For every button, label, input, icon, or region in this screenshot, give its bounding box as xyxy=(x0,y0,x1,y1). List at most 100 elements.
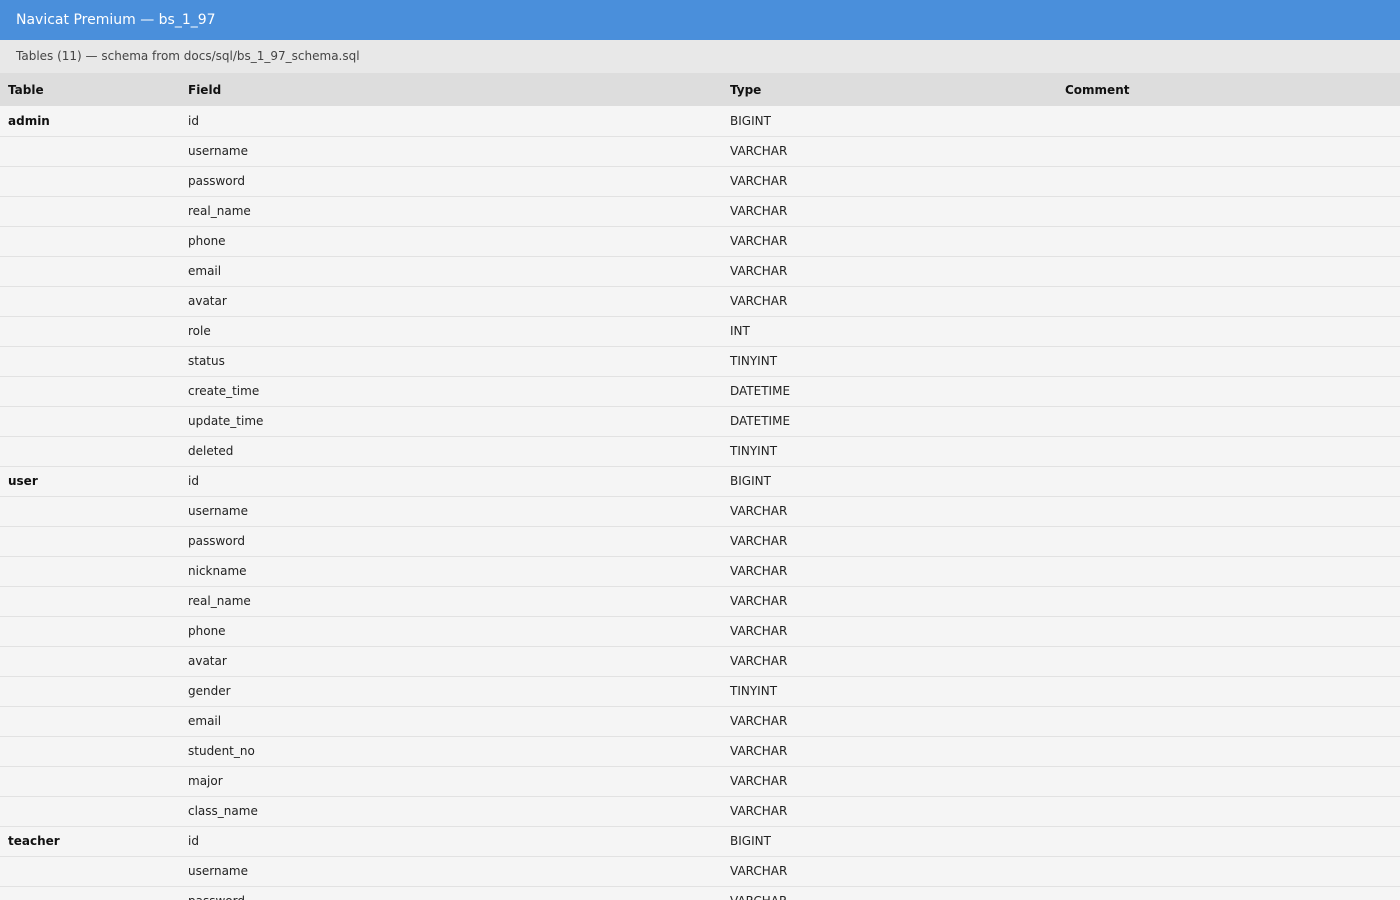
cell-comment[interactable] xyxy=(1057,106,1400,137)
cell-comment[interactable] xyxy=(1057,856,1400,887)
table-row[interactable]: deleted TINYINT xyxy=(0,436,1400,467)
cell-table-name[interactable] xyxy=(0,736,180,767)
cell-table-name[interactable] xyxy=(0,136,180,167)
cell-field-type[interactable]: TINYINT xyxy=(722,676,1057,707)
cell-field-name[interactable]: create_time xyxy=(180,376,722,407)
cell-field-name[interactable]: phone xyxy=(180,616,722,647)
table-row[interactable]: major VARCHAR xyxy=(0,766,1400,797)
cell-field-type[interactable]: VARCHAR xyxy=(722,646,1057,677)
cell-field-name[interactable]: real_name xyxy=(180,196,722,227)
table-row[interactable]: email VARCHAR xyxy=(0,706,1400,737)
cell-field-name[interactable]: deleted xyxy=(180,436,722,467)
cell-field-type[interactable]: VARCHAR xyxy=(722,166,1057,197)
cell-field-name[interactable]: id xyxy=(180,106,722,137)
cell-table-name[interactable] xyxy=(0,526,180,557)
cell-field-name[interactable]: status xyxy=(180,346,722,377)
table-row[interactable]: username VARCHAR xyxy=(0,856,1400,887)
cell-table-name[interactable] xyxy=(0,706,180,737)
cell-comment[interactable] xyxy=(1057,706,1400,737)
cell-field-name[interactable]: role xyxy=(180,316,722,347)
cell-field-name[interactable]: id xyxy=(180,826,722,857)
cell-field-type[interactable]: BIGINT xyxy=(722,106,1057,137)
cell-comment[interactable] xyxy=(1057,406,1400,437)
cell-comment[interactable] xyxy=(1057,166,1400,197)
column-header-comment[interactable]: Comment xyxy=(1057,73,1400,106)
table-row[interactable]: passwordVARCHAR xyxy=(0,526,1400,557)
cell-field-type[interactable]: VARCHAR xyxy=(722,766,1057,797)
cell-table-name[interactable] xyxy=(0,226,180,257)
cell-field-type[interactable]: VARCHAR xyxy=(722,886,1057,900)
table-row[interactable]: email VARCHAR xyxy=(0,256,1400,287)
cell-field-name[interactable]: email xyxy=(180,256,722,287)
cell-field-type[interactable]: VARCHAR xyxy=(722,856,1057,887)
cell-table-name[interactable]: teacher xyxy=(0,826,180,857)
table-row[interactable]: username VARCHAR xyxy=(0,136,1400,167)
cell-field-name[interactable]: real_name xyxy=(180,586,722,617)
cell-table-name[interactable] xyxy=(0,406,180,437)
cell-table-name[interactable] xyxy=(0,256,180,287)
cell-field-type[interactable]: TINYINT xyxy=(722,346,1057,377)
cell-comment[interactable] xyxy=(1057,556,1400,587)
cell-field-name[interactable]: username xyxy=(180,136,722,167)
cell-field-name[interactable]: major xyxy=(180,766,722,797)
cell-comment[interactable] xyxy=(1057,196,1400,227)
cell-field-name[interactable]: id xyxy=(180,466,722,497)
cell-table-name[interactable] xyxy=(0,196,180,227)
cell-comment[interactable] xyxy=(1057,646,1400,677)
table-row[interactable]: role INT xyxy=(0,316,1400,347)
cell-field-type[interactable]: VARCHAR xyxy=(722,706,1057,737)
table-row[interactable]: user id BIGINT xyxy=(0,466,1400,497)
cell-field-type[interactable]: VARCHAR xyxy=(722,196,1057,227)
cell-field-type[interactable]: VARCHAR xyxy=(722,796,1057,827)
cell-field-type[interactable]: VARCHAR xyxy=(722,256,1057,287)
table-row[interactable]: avatar VARCHAR xyxy=(0,286,1400,317)
cell-field-type[interactable]: DATETIME xyxy=(722,406,1057,437)
cell-comment[interactable] xyxy=(1057,736,1400,767)
cell-field-name[interactable]: password xyxy=(180,166,722,197)
table-row[interactable]: status TINYINT xyxy=(0,346,1400,377)
cell-comment[interactable] xyxy=(1057,256,1400,287)
cell-comment[interactable] xyxy=(1057,376,1400,407)
cell-table-name[interactable] xyxy=(0,316,180,347)
cell-table-name[interactable] xyxy=(0,796,180,827)
table-row[interactable]: passwordVARCHAR xyxy=(0,886,1400,900)
table-row[interactable]: create_time DATETIME xyxy=(0,376,1400,407)
cell-table-name[interactable] xyxy=(0,286,180,317)
table-row[interactable]: phone VARCHAR xyxy=(0,616,1400,647)
cell-comment[interactable] xyxy=(1057,496,1400,527)
cell-field-name[interactable]: avatar xyxy=(180,286,722,317)
column-header-type[interactable]: Type xyxy=(722,73,1057,106)
cell-comment[interactable] xyxy=(1057,226,1400,257)
table-row[interactable]: teacher id BIGINT xyxy=(0,826,1400,857)
cell-field-name[interactable]: phone xyxy=(180,226,722,257)
cell-comment[interactable] xyxy=(1057,136,1400,167)
cell-table-name[interactable] xyxy=(0,586,180,617)
cell-table-name[interactable] xyxy=(0,496,180,527)
cell-table-name[interactable] xyxy=(0,166,180,197)
cell-field-type[interactable]: VARCHAR xyxy=(722,586,1057,617)
cell-comment[interactable] xyxy=(1057,796,1400,827)
cell-comment[interactable] xyxy=(1057,346,1400,377)
table-row[interactable]: real_name VARCHAR xyxy=(0,196,1400,227)
cell-field-name[interactable]: password xyxy=(180,886,722,900)
cell-field-type[interactable]: TINYINT xyxy=(722,436,1057,467)
cell-table-name[interactable]: user xyxy=(0,466,180,497)
table-row[interactable]: student_no VARCHAR xyxy=(0,736,1400,767)
cell-table-name[interactable] xyxy=(0,436,180,467)
cell-table-name[interactable]: admin xyxy=(0,106,180,137)
cell-field-name[interactable]: gender xyxy=(180,676,722,707)
cell-field-type[interactable]: VARCHAR xyxy=(722,736,1057,767)
cell-field-type[interactable]: VARCHAR xyxy=(722,496,1057,527)
cell-comment[interactable] xyxy=(1057,886,1400,900)
cell-field-type[interactable]: VARCHAR xyxy=(722,286,1057,317)
cell-comment[interactable] xyxy=(1057,826,1400,857)
cell-comment[interactable] xyxy=(1057,286,1400,317)
table-row[interactable]: username VARCHAR xyxy=(0,496,1400,527)
cell-comment[interactable] xyxy=(1057,526,1400,557)
cell-field-type[interactable]: VARCHAR xyxy=(722,556,1057,587)
cell-comment[interactable] xyxy=(1057,766,1400,797)
cell-table-name[interactable] xyxy=(0,346,180,377)
table-row[interactable]: admin id BIGINT xyxy=(0,106,1400,137)
cell-table-name[interactable] xyxy=(0,376,180,407)
schema-grid[interactable]: Table Field Type Comment admin id BIGINT us… xyxy=(0,73,1400,900)
